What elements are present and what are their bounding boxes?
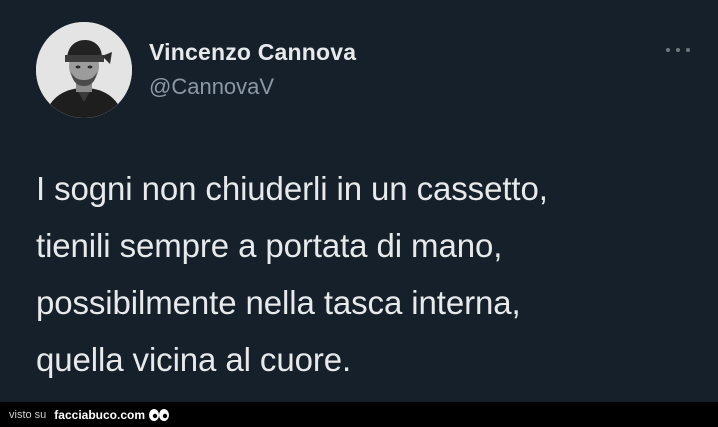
tweet-text-line: quella vicina al cuore.: [36, 341, 352, 378]
tweet-text-line: I sogni non chiuderli in un cassetto,: [36, 170, 548, 207]
avatar[interactable]: [36, 22, 132, 118]
footer-prefix: visto su: [9, 408, 47, 421]
tweet-text: I sogni non chiuderli in un cassetto, ti…: [36, 160, 686, 388]
tweet-text-line: tienili sempre a portata di mano,: [36, 227, 503, 264]
footer-site-link[interactable]: facciabuco.com: [54, 408, 145, 422]
watermark-footer: visto su facciabuco.com: [0, 402, 718, 427]
ellipsis-icon[interactable]: [666, 45, 690, 55]
tweet-card: Vincenzo Cannova @CannovaV I sogni non c…: [0, 0, 718, 402]
tweet-text-line: possibilmente nella tasca interna,: [36, 284, 521, 321]
display-name[interactable]: Vincenzo Cannova: [149, 39, 356, 66]
eyes-icon: [149, 408, 169, 421]
user-handle[interactable]: @CannovaV: [149, 74, 274, 100]
